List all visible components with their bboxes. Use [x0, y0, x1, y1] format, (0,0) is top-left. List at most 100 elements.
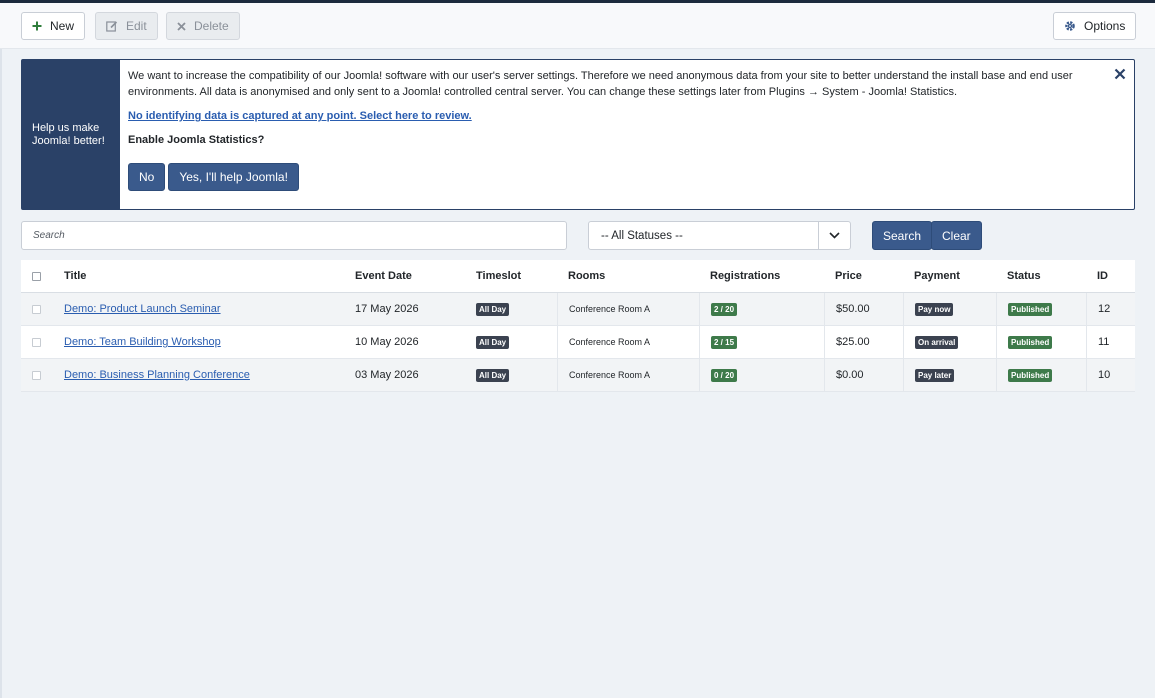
room-name: Conference Room A	[569, 337, 651, 347]
stats-review-link[interactable]: No identifying data is captured at any p…	[128, 110, 1088, 122]
delete-button[interactable]: Delete	[166, 12, 240, 40]
payment-badge: On arrival	[915, 335, 959, 349]
event-date: 03 May 2026	[355, 369, 419, 381]
toolbar: New Edit Delete Options	[0, 3, 1155, 49]
options-button[interactable]: Options	[1053, 12, 1137, 40]
table-row: Demo: Team Building Workshop 10 May 2026…	[21, 326, 1135, 359]
status-cell: Published	[996, 359, 1086, 391]
price: $0.00	[824, 359, 903, 391]
new-button-label: New	[50, 19, 75, 33]
timeslot-cell: All Day	[476, 359, 510, 391]
options-button-label: Options	[1084, 19, 1126, 33]
stats-no-button[interactable]: No	[128, 163, 166, 191]
status-select-value: -- All Statuses --	[601, 229, 683, 242]
registrations-badge: 2 / 15	[711, 335, 738, 349]
delete-button-label: Delete	[194, 19, 229, 33]
table-header: Title Event Date Timeslot Rooms Registra…	[21, 260, 1135, 293]
rooms-cell: Conference Room A	[557, 359, 699, 391]
gear-icon	[1065, 21, 1075, 31]
event-title-link[interactable]: Demo: Product Launch Seminar	[64, 303, 221, 315]
sidebar-edge	[0, 3, 2, 698]
price-value: $25.00	[836, 336, 870, 348]
timeslot-badge: All Day	[476, 368, 510, 382]
select-all-cell	[32, 260, 41, 292]
column-rooms[interactable]: Rooms	[568, 260, 605, 292]
event-title-link[interactable]: Demo: Business Planning Conference	[64, 369, 250, 381]
chevron-down-icon	[818, 222, 850, 249]
stats-yes-button[interactable]: Yes, I'll help Joomla!	[168, 163, 299, 191]
events-table: Title Event Date Timeslot Rooms Registra…	[21, 260, 1135, 392]
edit-button[interactable]: Edit	[95, 12, 158, 40]
id-cell: 10	[1086, 359, 1135, 391]
column-status[interactable]: Status	[1007, 260, 1041, 292]
close-icon	[177, 21, 186, 31]
rooms-cell: Conference Room A	[557, 293, 699, 325]
registrations-badge: 2 / 20	[711, 302, 738, 316]
edit-button-label: Edit	[126, 19, 147, 33]
stats-text: We want to increase the compatibility of…	[128, 70, 1073, 98]
status-cell: Published	[996, 293, 1086, 325]
payment-badge: Pay now	[915, 302, 954, 316]
id-cell: 11	[1086, 326, 1135, 358]
timeslot-badge: All Day	[476, 335, 510, 349]
title-cell: Demo: Product Launch Seminar	[64, 293, 221, 325]
payment-cell: Pay later	[903, 359, 996, 391]
new-button[interactable]: New	[21, 12, 86, 40]
column-id[interactable]: ID	[1097, 260, 1108, 292]
clear-button[interactable]: Clear	[931, 221, 982, 250]
row-checkbox[interactable]	[32, 370, 41, 380]
event-date: 17 May 2026	[355, 303, 419, 315]
payment-cell: On arrival	[903, 326, 996, 358]
search-input[interactable]	[21, 221, 567, 250]
status-cell: Published	[996, 326, 1086, 358]
select-all-checkbox[interactable]	[32, 271, 41, 281]
title-cell: Demo: Business Planning Conference	[64, 359, 250, 391]
registrations-cell: 2 / 15	[699, 326, 824, 358]
column-title[interactable]: Title	[64, 260, 86, 292]
status-badge[interactable]: Published	[1008, 302, 1053, 316]
status-badge[interactable]: Published	[1008, 368, 1053, 382]
row-select-cell	[32, 326, 41, 358]
row-checkbox[interactable]	[32, 304, 41, 314]
stats-message: Help us make Joomla! better! We want to …	[21, 59, 1135, 210]
row-select-cell	[32, 293, 41, 325]
search-button[interactable]: Search	[872, 221, 933, 250]
row-checkbox[interactable]	[32, 337, 41, 347]
row-select-cell	[32, 359, 41, 391]
table-row: Demo: Product Launch Seminar 17 May 2026…	[21, 293, 1135, 326]
column-payment[interactable]: Payment	[914, 260, 960, 292]
event-date: 10 May 2026	[355, 336, 419, 348]
stats-body: We want to increase the compatibility of…	[128, 68, 1088, 146]
price: $50.00	[824, 293, 903, 325]
registrations-cell: 0 / 20	[699, 359, 824, 391]
payment-cell: Pay now	[903, 293, 996, 325]
stats-question: Enable Joomla Statistics?	[128, 134, 265, 146]
column-event-date[interactable]: Event Date	[355, 260, 412, 292]
plus-icon	[32, 21, 42, 31]
registrations-cell: 2 / 20	[699, 293, 824, 325]
column-registrations[interactable]: Registrations	[710, 260, 780, 292]
stats-actions: No Yes, I'll help Joomla!	[128, 163, 299, 191]
room-name: Conference Room A	[569, 370, 651, 380]
timeslot-badge: All Day	[476, 302, 510, 316]
status-badge[interactable]: Published	[1008, 335, 1053, 349]
table-row: Demo: Business Planning Conference 03 Ma…	[21, 359, 1135, 392]
id-value: 12	[1098, 303, 1111, 315]
column-price[interactable]: Price	[835, 260, 862, 292]
timeslot-cell: All Day	[476, 326, 510, 358]
close-icon[interactable]	[1114, 68, 1126, 80]
price-value: $50.00	[836, 303, 870, 315]
id-cell: 12	[1086, 293, 1135, 325]
price-value: $0.00	[836, 369, 864, 381]
id-value: 11	[1098, 336, 1110, 348]
column-timeslot[interactable]: Timeslot	[476, 260, 521, 292]
registrations-badge: 0 / 20	[711, 368, 738, 382]
payment-badge: Pay later	[915, 368, 955, 382]
status-select[interactable]: -- All Statuses --	[588, 221, 851, 250]
room-name: Conference Room A	[569, 304, 651, 314]
edit-icon	[106, 21, 118, 32]
title-cell: Demo: Team Building Workshop	[64, 326, 221, 358]
price: $25.00	[824, 326, 903, 358]
event-title-link[interactable]: Demo: Team Building Workshop	[64, 336, 221, 348]
timeslot-cell: All Day	[476, 293, 510, 325]
